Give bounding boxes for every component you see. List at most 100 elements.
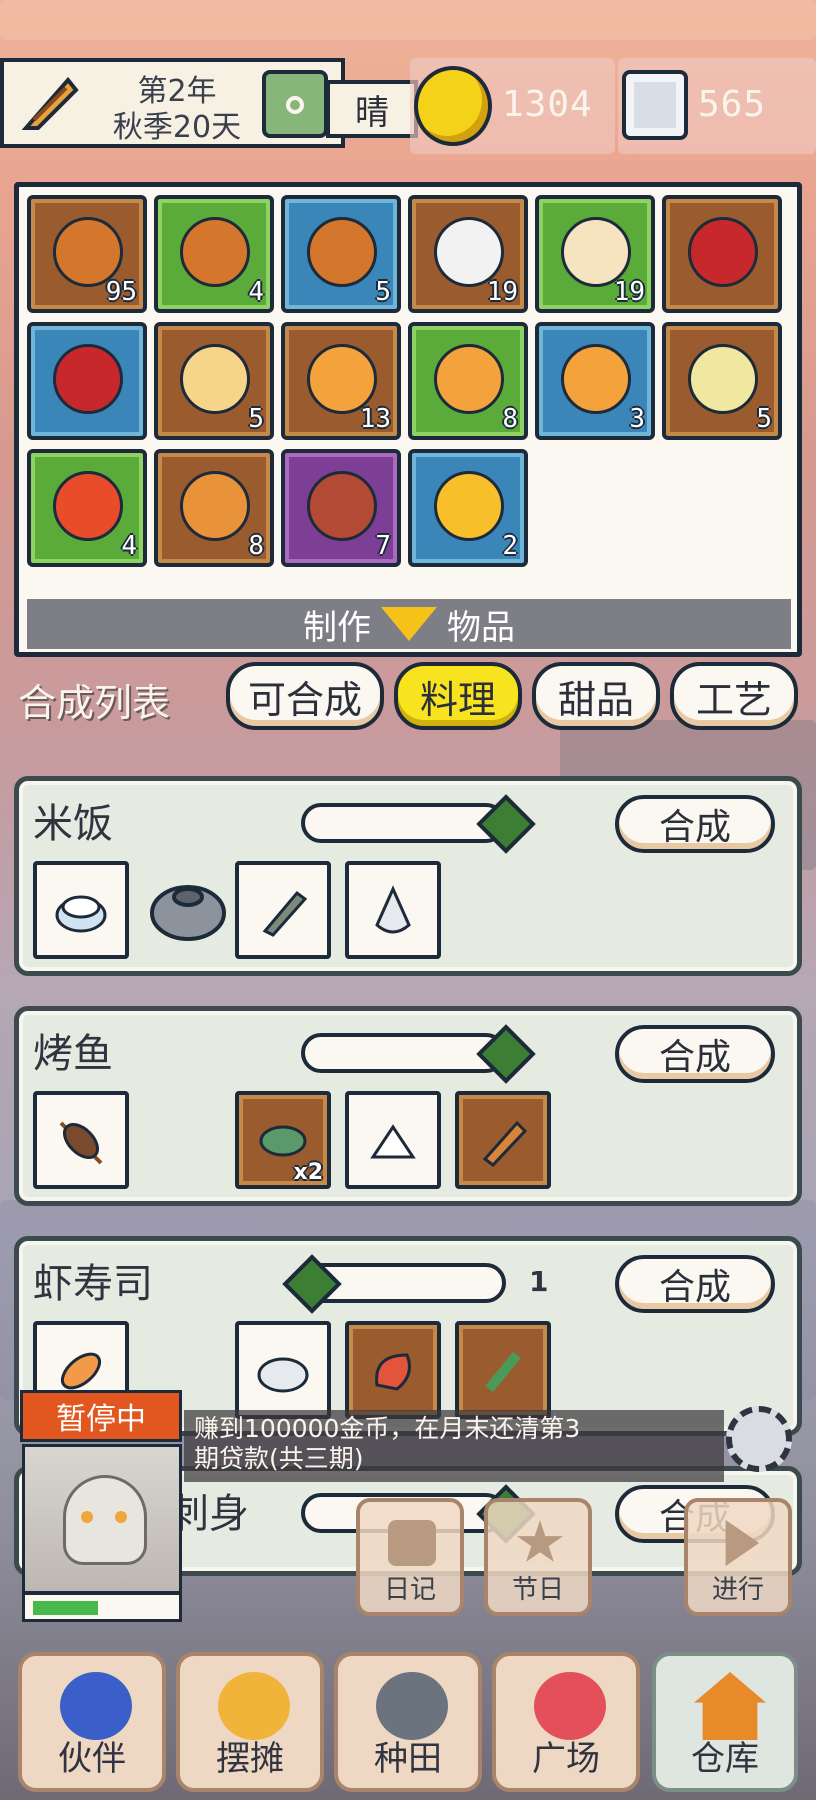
inventory-slot[interactable]: 13 — [281, 322, 401, 440]
stamina-bar-fill — [33, 1601, 98, 1615]
recipe-name: 虾寿司 — [33, 1261, 153, 1307]
proceed-button[interactable]: 进行 — [684, 1498, 792, 1616]
quest-line-1: 赚到100000金币，在月末还清第3 — [194, 1414, 581, 1443]
partners-icon — [60, 1672, 132, 1740]
ingredient-slot[interactable] — [455, 1321, 551, 1419]
tab-dessert[interactable]: 甜品 — [532, 662, 660, 730]
inventory-slot[interactable]: 95 — [27, 195, 147, 313]
steak-icon — [307, 471, 377, 541]
quantity-slider-track[interactable] — [301, 1033, 506, 1073]
date-panel[interactable]: 第2年 秋季20天 — [0, 58, 345, 148]
inventory-slot[interactable]: 8 — [154, 449, 274, 567]
item-count: 95 — [105, 277, 137, 307]
inventory-slot[interactable]: 4 — [154, 195, 274, 313]
inventory-slot[interactable]: 3 — [535, 322, 655, 440]
inventory-slot[interactable]: 5 — [281, 195, 401, 313]
nav-partners[interactable]: 伙伴 — [18, 1652, 166, 1792]
inventory-panel: 95 4 5 19 19 5 13 8 3 5 4 8 7 2 制作 物品 — [14, 182, 802, 657]
craft-button[interactable]: 合成 — [615, 1255, 775, 1313]
recipe-name: 烤鱼 — [33, 1031, 113, 1077]
firewood-icon — [482, 1120, 528, 1167]
recipe-list-title: 合成列表 — [18, 681, 171, 725]
gear-icon[interactable] — [726, 1406, 792, 1472]
inventory-slot[interactable]: 19 — [535, 195, 655, 313]
rice-bowl-icon — [55, 895, 107, 933]
dropdown-arrow-icon — [381, 607, 437, 641]
rice-bowl-icon — [257, 1357, 309, 1393]
craft-button[interactable]: 合成 — [615, 795, 775, 853]
nav-stall[interactable]: 摆摊 — [176, 1652, 324, 1792]
diary-button[interactable]: 日记 — [356, 1498, 464, 1616]
pot-tool-icon — [147, 869, 229, 949]
make-item-toggle[interactable]: 制作 物品 — [27, 599, 791, 649]
proceed-label: 进行 — [711, 1575, 764, 1605]
product-slot[interactable] — [33, 861, 129, 959]
ingredient-slot[interactable] — [345, 1091, 441, 1189]
quest-line-2: 期贷款(共三期) — [194, 1444, 364, 1473]
ingredient-slot[interactable] — [345, 1321, 441, 1419]
nav-warehouse[interactable]: 仓库 — [652, 1652, 798, 1792]
craft-quantity: 1 — [529, 1265, 549, 1298]
inventory-slot[interactable]: 2 — [408, 449, 528, 567]
nav-label: 摆摊 — [216, 1739, 284, 1779]
apple-icon — [53, 344, 123, 414]
inventory-slot[interactable]: 5 — [154, 322, 274, 440]
recipe-card-grilled-fish: 烤鱼 合成 x2 — [14, 1006, 802, 1206]
calendar-icon[interactable] — [262, 70, 328, 138]
coin-value: 1304 — [502, 84, 593, 125]
stall-icon — [218, 1672, 290, 1740]
inventory-slot[interactable]: 4 — [27, 449, 147, 567]
ingredient-slot[interactable] — [235, 1321, 331, 1419]
quest-text-box[interactable]: 赚到100000金币，在月末还清第3 期贷款(共三期) — [184, 1410, 724, 1482]
item-count: 19 — [613, 277, 645, 307]
ingredient-slot[interactable] — [235, 861, 331, 959]
house-icon — [694, 1672, 766, 1740]
diary-label: 日记 — [383, 1575, 436, 1605]
shrimp-icon — [375, 1353, 411, 1391]
inventory-slot[interactable] — [662, 195, 782, 313]
item-count: 5 — [756, 404, 772, 434]
quantity-slider-track[interactable] — [301, 803, 506, 843]
item-count: 5 — [375, 277, 391, 307]
nav-label: 仓库 — [691, 1739, 759, 1779]
tab-cooking[interactable]: 料理 — [394, 662, 522, 730]
vegetable-skewer-icon — [180, 217, 250, 287]
festival-button[interactable]: 节日 — [484, 1498, 592, 1616]
nav-farming[interactable]: 种田 — [334, 1652, 482, 1792]
season-day-label: 秋季20天 — [112, 110, 242, 145]
paused-badge: 暂停中 — [20, 1390, 182, 1442]
ingredient-slot[interactable]: x2 — [235, 1091, 331, 1189]
cheese-icon — [180, 344, 250, 414]
play-icon — [725, 1520, 760, 1566]
nav-plaza[interactable]: 广场 — [492, 1652, 640, 1792]
weather-label: 晴 — [326, 80, 418, 138]
crystal-icon — [622, 70, 688, 140]
grilled-fish-icon — [59, 1121, 103, 1165]
recipe-card-rice: 米饭 合成 — [14, 776, 802, 976]
melon-slice-icon — [180, 471, 250, 541]
character-avatar[interactable] — [22, 1444, 182, 1594]
fries-icon — [53, 471, 123, 541]
orange-icon — [561, 344, 631, 414]
item-count: 4 — [248, 277, 264, 307]
inventory-slot[interactable]: 7 — [281, 449, 401, 567]
fried-egg-icon — [434, 471, 504, 541]
inventory-slot[interactable]: 5 — [662, 322, 782, 440]
crystal-value: 565 — [698, 84, 767, 125]
items-label: 物品 — [447, 607, 515, 648]
item-count: 19 — [486, 277, 518, 307]
ingredient-slot[interactable] — [345, 861, 441, 959]
item-count: 8 — [248, 531, 264, 561]
item-count: 2 — [502, 531, 518, 561]
inventory-slot[interactable]: 8 — [408, 322, 528, 440]
ingredient-slot[interactable] — [455, 1091, 551, 1189]
tab-craft[interactable]: 工艺 — [670, 662, 798, 730]
tab-craftable[interactable]: 可合成 — [226, 662, 384, 730]
inventory-slot[interactable] — [27, 322, 147, 440]
stamina-bar — [22, 1592, 182, 1622]
star-icon — [516, 1520, 564, 1562]
craft-button[interactable]: 合成 — [615, 1025, 775, 1083]
product-slot[interactable] — [33, 1091, 129, 1189]
inventory-slot[interactable]: 19 — [408, 195, 528, 313]
feather-icon — [16, 70, 82, 136]
